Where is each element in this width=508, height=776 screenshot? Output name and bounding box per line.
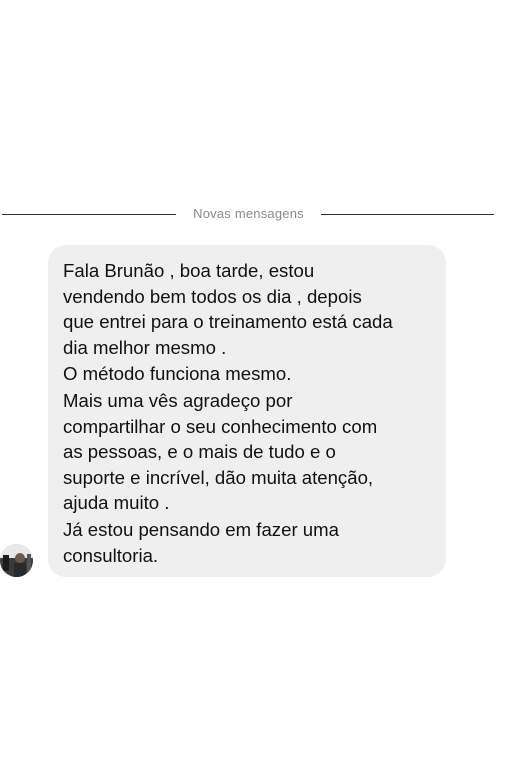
message-text-line: vendendo bem todos os dia , depois	[63, 285, 362, 307]
message-text-line: que entrei para o treinamento está cada	[63, 311, 393, 333]
message-text-line: Fala Brunão , boa tarde, estou	[63, 260, 315, 281]
message-text-line: ajuda muito .	[63, 492, 170, 514]
divider-line-right	[321, 214, 494, 215]
message-paragraph: Mais uma vês agradeço por compartilhar o…	[63, 388, 434, 516]
message-text-line: suporte e incrível, dão muita atenção,	[63, 466, 374, 488]
message-text-line: O método funciona mesmo.	[63, 363, 292, 385]
sender-avatar[interactable]	[0, 544, 33, 577]
new-messages-label: Novas mensagens	[193, 206, 304, 221]
message-text-line: compartilhar o seu conhecimento com	[63, 415, 378, 437]
message-text-line: Mais uma vês agradeço por	[63, 389, 293, 411]
message-text-line: dia melhor mesmo .	[63, 336, 227, 358]
message-paragraph: Já estou pensando em fazer uma consultor…	[63, 517, 434, 568]
message-paragraph: O método funciona mesmo.	[63, 361, 434, 387]
message-text-line: Já estou pensando em fazer uma	[63, 518, 339, 540]
message-text-line: consultoria.	[63, 544, 159, 566]
divider-line-left	[2, 214, 176, 215]
message-text-line: as pessoas, e o mais de tudo e o	[63, 441, 336, 463]
message-paragraph: Fala Brunão , boa tarde, estou vendendo …	[63, 258, 434, 360]
message-bubble[interactable]: Fala Brunão , boa tarde, estou vendendo …	[48, 245, 446, 577]
avatar-photo-icon	[0, 544, 33, 577]
new-messages-divider: Novas mensagens	[0, 204, 508, 226]
